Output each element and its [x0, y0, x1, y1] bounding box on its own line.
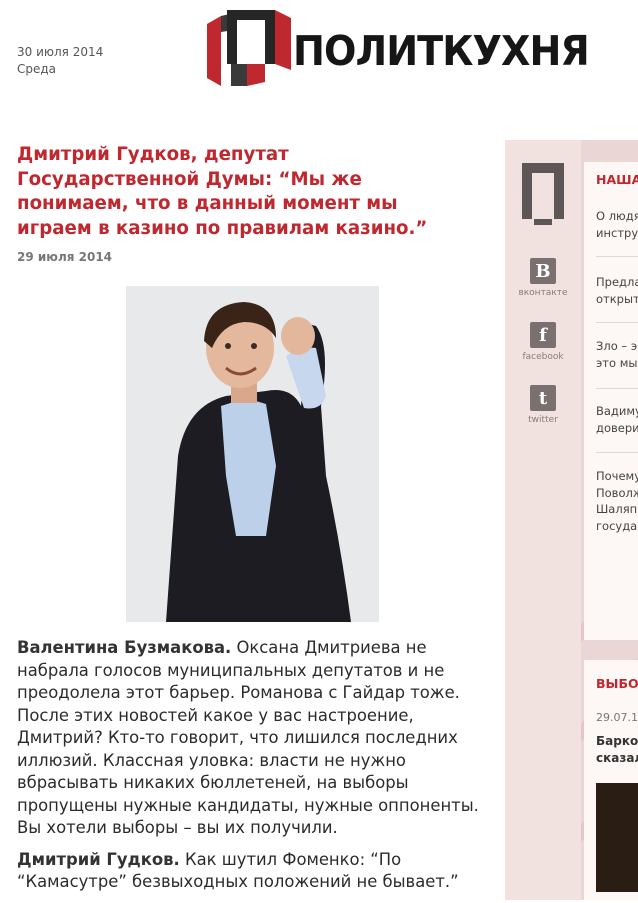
sidebar-link[interactable]: О людя инстру — [596, 208, 638, 241]
speaker-name: Валентина Бузмакова. — [17, 638, 232, 657]
person-portrait-image — [126, 286, 379, 622]
speaker-name: Дмитрий Гудков. — [17, 849, 180, 869]
link-line: О людя — [596, 209, 638, 223]
article-photo — [126, 286, 379, 622]
sidebar-link[interactable]: Вадиму довери — [596, 403, 638, 436]
article-headline: Дмитрий Гудков, депутат Государственной … — [17, 144, 428, 239]
divider — [596, 452, 638, 453]
sidebar-section-title[interactable]: НАША — [596, 172, 638, 187]
sidebar-section-title[interactable]: ВЫБО — [596, 676, 638, 691]
link-line: Вадиму — [596, 404, 638, 418]
link-line: открыт — [596, 291, 638, 306]
link-line: Зло – э — [596, 339, 638, 353]
link-line: Предла — [596, 275, 638, 289]
link-line: это мы — [596, 355, 638, 370]
link-line: Почему — [596, 469, 638, 483]
weekday-text: Среда — [17, 62, 57, 76]
date-text: 30 июля 2014 — [17, 45, 104, 59]
site-mark-icon[interactable] — [522, 163, 564, 227]
current-date: 30 июля 2014 Среда — [17, 44, 103, 78]
news-date: 29.07.1 — [596, 711, 638, 724]
divider — [596, 322, 638, 323]
site-logo-icon[interactable] — [207, 10, 291, 86]
link-line: Поволж — [596, 485, 638, 500]
share-twitter-button[interactable]: t twitter — [505, 385, 581, 425]
link-line: инстру — [596, 225, 638, 240]
sidebar-link[interactable]: Зло – э это мы — [596, 338, 637, 371]
paragraph: Валентина Бузмакова. Оксана Дмитриева не… — [17, 637, 492, 840]
link-line: государ — [596, 518, 638, 533]
share-facebook-button[interactable]: f facebook — [505, 322, 581, 362]
share-vkontakte-button[interactable]: В вконтакте — [505, 258, 581, 298]
share-label: twitter — [528, 415, 558, 425]
news-link[interactable]: Барко сказал — [596, 733, 638, 767]
link-line: сказал — [596, 751, 638, 765]
link-line: довери — [596, 420, 638, 435]
paragraph-text: Оксана Дмитриева не набрала голосов муни… — [17, 638, 479, 837]
divider — [596, 256, 638, 257]
share-column — [505, 140, 581, 900]
link-line: Барко — [596, 734, 638, 748]
paragraph: Дмитрий Гудков. Как шутил Фоменко: “По “… — [17, 849, 492, 894]
share-label: facebook — [522, 352, 564, 362]
news-thumbnail[interactable] — [596, 783, 638, 892]
link-line: Шаляпи — [596, 502, 638, 516]
facebook-icon: f — [530, 322, 556, 348]
twitter-icon: t — [530, 385, 556, 411]
share-label: вконтакте — [518, 288, 568, 298]
vkontakte-icon: В — [530, 258, 556, 284]
sidebar-link[interactable]: Предла открыт — [596, 274, 638, 307]
article-body: Валентина Бузмакова. Оксана Дмитриева не… — [17, 637, 492, 903]
site-logo-text[interactable]: ПОЛИТКУХНЯ — [293, 25, 590, 77]
article-date: 29 июля 2014 — [17, 250, 113, 264]
sidebar-link[interactable]: Почему Поволж Шаляпи государ — [596, 468, 638, 534]
divider — [596, 388, 638, 389]
